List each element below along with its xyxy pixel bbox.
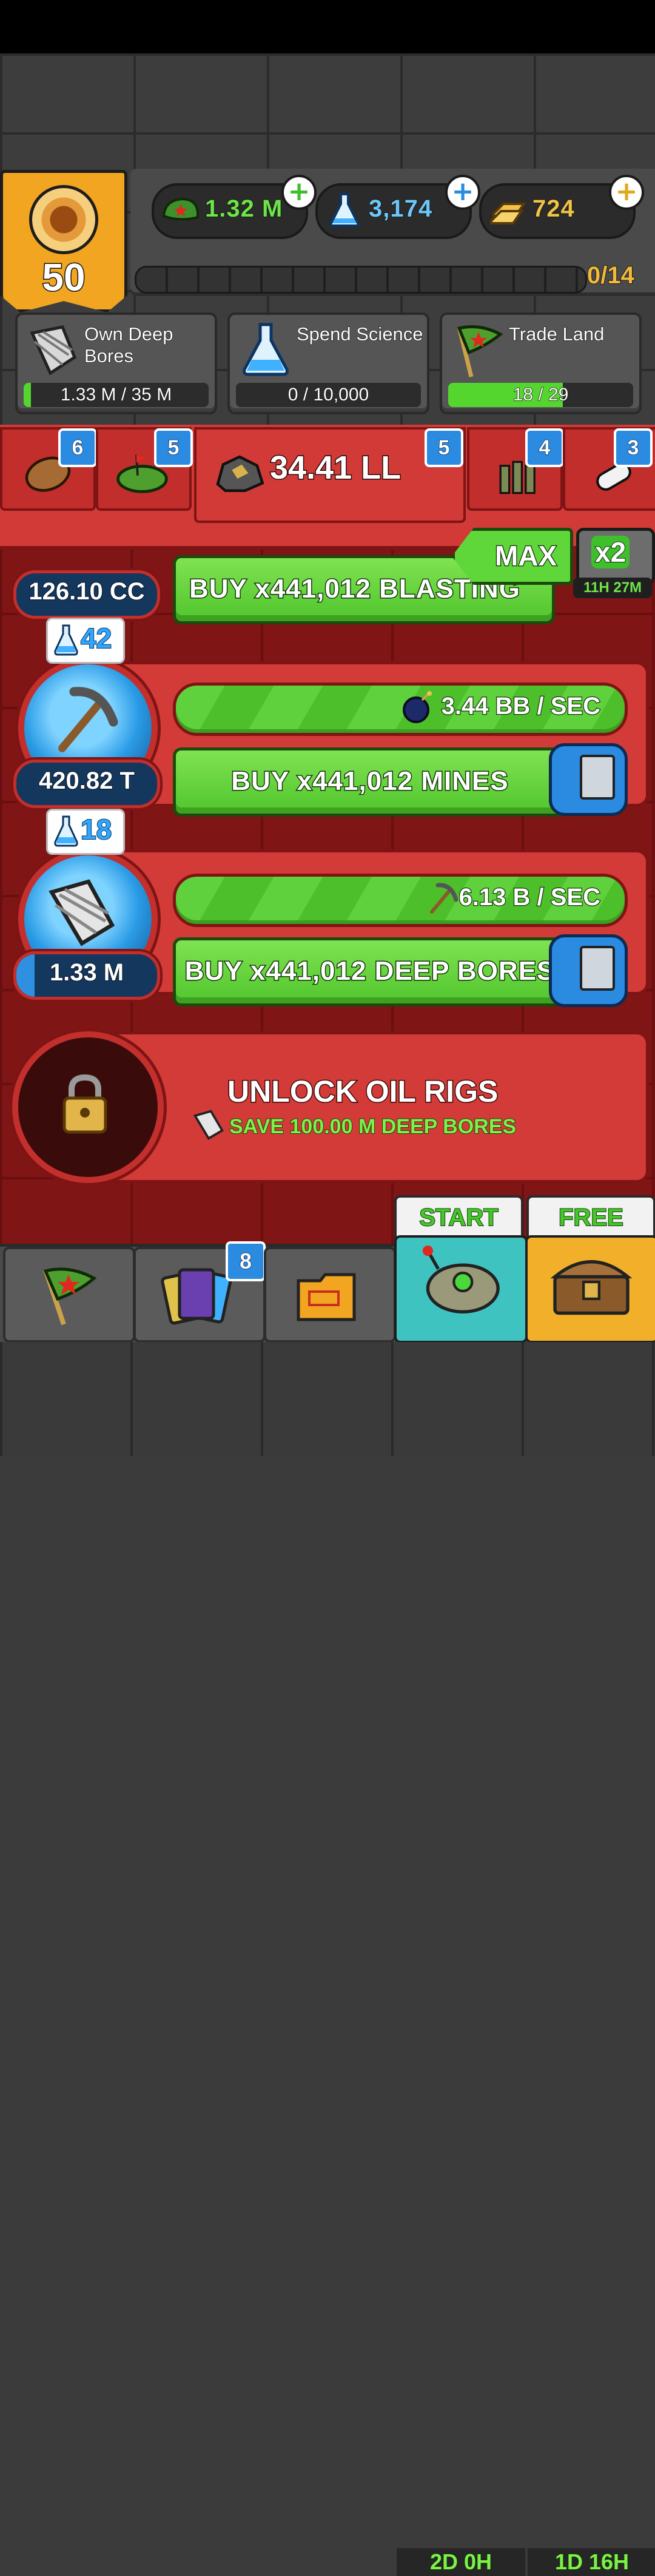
- task-own-deep-bores[interactable]: Own Deep Bores 1.33 M / 35 M: [15, 312, 217, 414]
- pickaxe-icon: [58, 687, 118, 752]
- drill-bore-icon: [193, 1110, 224, 1140]
- bottom-wall: [0, 1342, 655, 1456]
- add-science-button[interactable]: +: [445, 175, 480, 210]
- cards-icon: [161, 1268, 232, 1325]
- auto-buy-deep-bores-button[interactable]: [549, 934, 628, 1007]
- cash-counter: 1.32 M +: [152, 175, 317, 239]
- mines-science-badge: 42: [46, 618, 125, 664]
- drone-icon: [422, 1246, 500, 1313]
- add-cash-button[interactable]: +: [281, 175, 317, 210]
- resource-badge: 4: [525, 428, 564, 467]
- rank-progress-label: 0/14: [586, 261, 635, 289]
- science-counter: 3,174 +: [315, 175, 480, 239]
- event-timer: 2D 0H: [397, 2548, 525, 2576]
- task-progress-bar: 1.33 M / 35 M: [24, 383, 209, 407]
- science-value: 3,174: [368, 195, 433, 223]
- task-progress-label: 18 / 29: [512, 384, 569, 405]
- gold-bar-icon: [490, 203, 526, 224]
- nav-folder-button[interactable]: [264, 1247, 396, 1343]
- task-progress-bar: 18 / 29: [448, 383, 633, 407]
- science-flask-icon: [54, 815, 78, 847]
- x2-boost-timer: 11H 27M: [573, 578, 652, 598]
- x2-label: x2: [591, 536, 630, 568]
- event-free-label: FREE: [526, 1195, 655, 1240]
- deep-bores-science-badge: 18: [46, 809, 125, 855]
- event-drone-button[interactable]: 2D 0H: [394, 1235, 528, 2576]
- generator-owned-value: 1.33 M: [49, 959, 125, 987]
- unlock-title: UNLOCK OIL RIGS: [226, 1074, 499, 1110]
- card-icon: [580, 755, 615, 800]
- task-title: Own Deep Bores: [84, 323, 173, 367]
- resource-badge: 5: [425, 428, 463, 467]
- deep-bores-rate-bar: 6.13 B / SEC: [173, 874, 628, 927]
- buy-mines-button[interactable]: BUY x441,012 MINES: [173, 747, 567, 817]
- drill-bore-icon: [30, 325, 77, 376]
- resource-tab-pill[interactable]: 3: [563, 427, 655, 511]
- oil-rig-locked-icon: [12, 1031, 164, 1183]
- gold-counter: 724 +: [479, 175, 644, 239]
- red-star-flag-icon: [43, 1267, 97, 1326]
- generator-owned: 126.10 CC: [13, 570, 160, 619]
- padlock-icon: [62, 1074, 107, 1134]
- resource-tab-land[interactable]: 5: [96, 427, 193, 511]
- buy-max-button[interactable]: MAX: [452, 528, 573, 585]
- event-chest-button[interactable]: 1D 16H: [525, 1235, 655, 2576]
- resource-badge: 5: [154, 428, 193, 467]
- science-flask-icon: [329, 193, 360, 227]
- resource-badge: 3: [614, 428, 653, 467]
- coal-ore-icon: [216, 455, 264, 493]
- nav-trade-land-button[interactable]: [3, 1247, 135, 1343]
- folder-icon: [297, 1273, 356, 1321]
- red-star-flag-icon: [457, 325, 503, 377]
- task-progress-label: 1.33 M / 35 M: [60, 384, 172, 405]
- task-trade-land[interactable]: Trade Land 18 / 29: [440, 312, 642, 414]
- resource-tab-bullets[interactable]: 4: [467, 427, 564, 511]
- x2-boost-button[interactable]: x2: [576, 528, 655, 585]
- generator-owned-value: 420.82 T: [38, 767, 135, 795]
- auto-buy-mines-button[interactable]: [549, 743, 628, 816]
- cash-cap-icon: [162, 197, 199, 221]
- rank-number: 50: [41, 255, 86, 300]
- rate-label: 6.13 B / SEC: [458, 883, 601, 912]
- max-label: MAX: [494, 539, 558, 573]
- add-gold-button[interactable]: +: [609, 175, 644, 210]
- science-flask-icon: [54, 624, 78, 656]
- treasure-chest-icon: [550, 1260, 633, 1315]
- event-timer: 1D 16H: [528, 2548, 655, 2576]
- drill-bore-icon: [49, 879, 115, 946]
- resource-tab-potato[interactable]: 6: [0, 427, 97, 511]
- task-title: Spend Science: [296, 323, 423, 345]
- resource-badge: 6: [58, 428, 97, 467]
- card-icon: [580, 946, 615, 991]
- task-progress-label: 0 / 10,000: [287, 384, 369, 405]
- buy-deep-bores-button[interactable]: BUY x441,012 DEEP BORES: [173, 937, 567, 1006]
- science-flask-icon: [243, 323, 289, 376]
- mines-owned: 420.82 T: [13, 760, 160, 808]
- bomb-icon: [403, 691, 432, 723]
- cash-value: 1.32 M: [204, 195, 283, 223]
- task-title: Trade Land: [508, 323, 605, 345]
- event-start-label: START: [394, 1195, 523, 1240]
- main-resource-value: 34.41 LL: [269, 449, 401, 487]
- science-cost: 42: [80, 622, 112, 655]
- task-progress-bar: 0 / 10,000: [236, 383, 421, 407]
- deep-bores-owned: 1.33 M: [13, 951, 160, 1000]
- buy-label: BUY x441,012 DEEP BORES: [184, 956, 556, 987]
- task-spend-science[interactable]: Spend Science 0 / 10,000: [227, 312, 429, 414]
- unlock-subtitle: SAVE 100.00 M DEEP BORES: [229, 1114, 517, 1139]
- rank-gear-icon: [29, 185, 98, 254]
- pickaxe-icon: [430, 883, 458, 914]
- buy-label: BUY x441,012 MINES: [230, 766, 509, 797]
- cards-badge: 8: [226, 1241, 266, 1281]
- science-cost: 18: [80, 813, 112, 846]
- status-bar: [0, 0, 655, 53]
- gold-value: 724: [532, 195, 575, 223]
- rank-progress-bar: [135, 266, 587, 294]
- mines-rate-bar: 3.44 BB / SEC: [173, 683, 628, 736]
- rate-label: 3.44 BB / SEC: [440, 692, 601, 721]
- generator-owned-value: 126.10 CC: [28, 578, 146, 606]
